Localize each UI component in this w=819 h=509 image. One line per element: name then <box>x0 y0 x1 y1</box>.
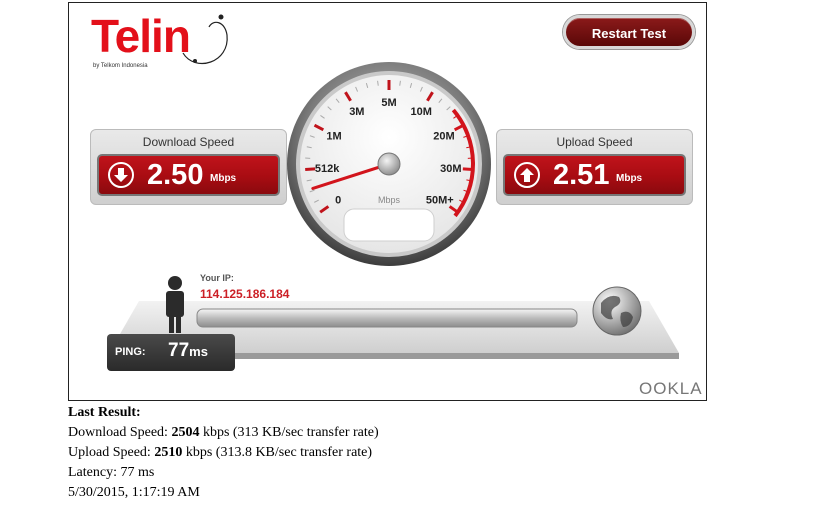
gauge-major-tick <box>462 167 473 171</box>
latency-line: Latency: 77 ms <box>68 465 155 480</box>
ip-address-value: 114.125.186.184 <box>200 287 290 301</box>
gauge-unit-label: Mbps <box>378 195 401 205</box>
speedtest-panel: Telin by Telkom Indonesia Restart Test D… <box>68 2 707 401</box>
upload-result-line: Upload Speed: 2510 kbps (313.8 KB/sec tr… <box>68 443 379 463</box>
restart-test-button[interactable]: Restart Test <box>563 15 695 49</box>
upload-result-suffix: kbps (313.8 KB/sec transfer rate) <box>182 445 373 460</box>
logo-swirl-icon <box>182 14 228 64</box>
download-speed-box: Download Speed 2.50 Mbps <box>90 129 287 205</box>
upload-speed-bar: 2.51 Mbps <box>503 154 686 196</box>
speed-gauge: 0 512k 1M 3M 5M 10M20M 30M 50M+ Mbps <box>287 62 491 266</box>
last-result-title: Last Result: <box>68 405 141 420</box>
gauge-tick-label: 1M <box>326 130 341 142</box>
ookla-logo: OOKLA <box>639 379 703 398</box>
download-speed-value: 2.50 <box>147 159 204 191</box>
gauge-minor-tick <box>399 80 401 86</box>
upload-speed-box: Upload Speed 2.51 Mbps <box>496 129 693 205</box>
upload-speed-value: 2.51 <box>553 159 610 191</box>
gauge-tick-label: 512k <box>315 163 340 175</box>
connection-tube <box>196 308 578 328</box>
gauge-digital-display <box>343 208 435 242</box>
gauge-tick-label: 3M <box>349 106 364 118</box>
timestamp-line: 5/30/2015, 1:17:19 AM <box>68 485 200 500</box>
download-result-suffix: kbps (313 KB/sec transfer rate) <box>199 425 379 440</box>
download-speed-bar: 2.50 Mbps <box>97 154 280 196</box>
gauge-tick-label: 20M <box>433 130 454 142</box>
upload-speed-unit: Mbps <box>616 173 643 184</box>
gauge-tick-label: 50M+ <box>426 195 454 207</box>
globe-icon <box>592 286 642 336</box>
gauge-tick-label: 30M <box>440 163 461 175</box>
gauge-hub <box>377 152 401 176</box>
gauge-tick-label: 10M <box>410 106 431 118</box>
upload-speed-label: Upload Speed <box>556 135 633 149</box>
download-speed-label: Download Speed <box>142 135 235 149</box>
upload-result-value: 2510 <box>154 445 183 460</box>
ping-value: 77 <box>168 340 190 361</box>
download-result-line: Download Speed: 2504 kbps (313 KB/sec tr… <box>68 423 379 443</box>
your-ip-label: Your IP: <box>200 273 234 283</box>
telin-logo: Telin by Telkom Indonesia <box>91 11 231 71</box>
gauge-major-tick <box>305 167 316 171</box>
ping-value-wrap: 77ms <box>168 340 208 362</box>
last-result-section: Last Result: Download Speed: 2504 kbps (… <box>68 403 379 503</box>
gauge-tick-label: 0 <box>335 195 341 207</box>
ping-label: PING: <box>115 346 146 358</box>
download-arrow-icon <box>108 162 134 188</box>
download-result-prefix: Download Speed: <box>68 425 172 440</box>
gauge-tick-label: 5M <box>381 97 396 109</box>
upload-result-prefix: Upload Speed: <box>68 445 155 460</box>
gauge-minor-tick <box>377 80 379 86</box>
download-result-value: 2504 <box>171 425 200 440</box>
download-speed-unit: Mbps <box>210 173 237 184</box>
logo-tagline: by Telkom Indonesia <box>93 63 148 69</box>
ping-box: PING: 77ms <box>107 334 235 371</box>
ping-unit: ms <box>189 344 208 359</box>
upload-arrow-icon <box>514 162 540 188</box>
